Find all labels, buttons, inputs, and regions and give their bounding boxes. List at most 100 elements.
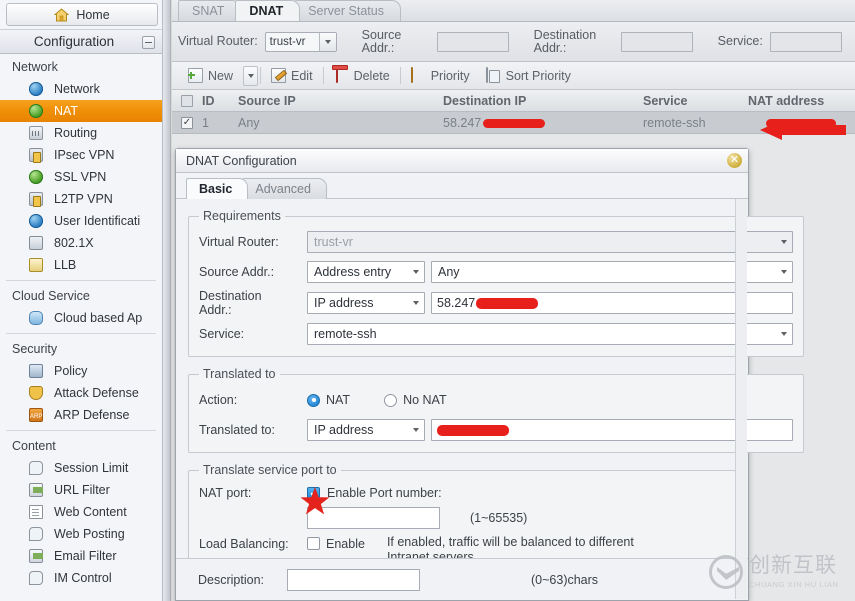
source-addr-value: Any [438, 265, 460, 279]
sidebar-item-ipsec-vpn[interactable]: IPsec VPN [0, 144, 162, 166]
sidebar-item-url-filter[interactable]: URL Filter [0, 479, 162, 501]
filter-virtual-router-value: trust-vr [269, 35, 306, 48]
sidebar-item-label: LLB [54, 258, 77, 272]
sidebar-item-user-identificati[interactable]: User Identificati [0, 210, 162, 232]
sidebar-item-web-content[interactable]: Web Content [0, 501, 162, 523]
ipsec-lock-icon [28, 147, 45, 163]
dialog-tab-basic[interactable]: Basic [186, 178, 249, 199]
routing-icon [28, 125, 45, 141]
service-value: remote-ssh [314, 327, 377, 341]
column-header-source-ip: Source IP [238, 93, 296, 108]
policy-icon [28, 363, 45, 379]
tab-snat[interactable]: SNAT [178, 0, 242, 21]
column-header-destination-ip: Destination IP [443, 93, 527, 108]
load-balancing-label: Load Balancing: [199, 537, 289, 551]
chevron-down-icon [407, 262, 424, 282]
select-all-checkbox[interactable] [172, 94, 202, 107]
sidebar-item-policy[interactable]: Policy [0, 360, 162, 382]
sidebar-item-network[interactable]: Network [0, 78, 162, 100]
collapse-icon[interactable] [142, 36, 155, 49]
filter-service-input[interactable] [769, 31, 842, 52]
sort-priority-label: Sort Priority [505, 68, 571, 83]
sidebar-group-title: Network [12, 60, 58, 74]
user-id-icon [28, 213, 45, 229]
filter-destination-addr-input[interactable] [620, 31, 693, 52]
sidebar-group-title: Content [12, 439, 56, 453]
sidebar: Home Configuration Network Network NAT Rout… [0, 0, 163, 601]
configuration-header: Configuration [0, 29, 162, 54]
arp-defense-icon: ARP [28, 407, 45, 423]
sidebar-item-session-limit[interactable]: Session Limit [0, 457, 162, 479]
sidebar-group-title: Cloud Service [12, 289, 90, 303]
l2tp-icon [28, 191, 45, 207]
tab-server-status[interactable]: Server Status [294, 0, 401, 21]
delete-button[interactable]: Delete [326, 65, 398, 87]
destination-addr-type-select[interactable]: IP address [307, 292, 425, 314]
tab-dnat[interactable]: DNAT [235, 0, 301, 21]
cell-destination-ip: 58.247 [443, 116, 643, 130]
action-radio-nat[interactable]: NAT [307, 393, 350, 407]
virtual-router-select[interactable]: trust-vr [307, 231, 793, 253]
service-select[interactable]: remote-ssh [307, 323, 793, 345]
dialog-title-bar: DNAT Configuration ✕ [176, 149, 748, 173]
dialog-scrollbar[interactable] [735, 199, 747, 599]
row-checkbox[interactable]: ✓ [172, 116, 202, 129]
sidebar-item-email-filter[interactable]: Email Filter [0, 545, 162, 567]
edit-label: Edit [291, 68, 313, 83]
chevron-down-icon [247, 73, 254, 78]
sidebar-item-llb[interactable]: LLB [0, 254, 162, 276]
sidebar-item-l2tp-vpn[interactable]: L2TP VPN [0, 188, 162, 210]
watermark-chinese: 创新互联 [749, 553, 837, 577]
sidebar-item-label: Network [54, 82, 100, 96]
sidebar-item-attack-defense[interactable]: Attack Defense [0, 382, 162, 404]
sidebar-item-label: SSL VPN [54, 170, 107, 184]
chevron-down-icon [407, 420, 424, 440]
source-addr-type-select[interactable]: Address entry [307, 261, 425, 283]
sidebar-item-label: Web Posting [54, 527, 125, 541]
watermark-text: 创新互联 CHUANG XIN HU LIAN [749, 554, 839, 590]
sidebar-item-802-1x[interactable]: 802.1X [0, 232, 162, 254]
sidebar-item-arp-defense[interactable]: ARP ARP Defense [0, 404, 162, 426]
sidebar-item-label: URL Filter [54, 483, 110, 497]
trash-icon [334, 67, 349, 83]
column-header-id: ID [202, 93, 215, 108]
table-row[interactable]: ✓ 1 Any 58.247 remote-ssh [172, 112, 855, 134]
sidebar-item-label: NAT [54, 104, 79, 118]
dialog-tab-advanced[interactable]: Advanced [242, 178, 327, 199]
annotation-star [300, 487, 330, 516]
virtual-router-label: Virtual Router: [199, 235, 279, 249]
watermark: 创新互联 CHUANG XIN HU LIAN [709, 549, 849, 595]
sort-priority-button[interactable]: Sort Priority [478, 65, 579, 87]
close-icon[interactable]: ✕ [727, 153, 742, 168]
sidebar-item-label: Email Filter [54, 549, 117, 563]
requirements-legend: Requirements [203, 209, 281, 223]
new-icon [188, 68, 203, 83]
filter-virtual-router-select[interactable]: trust-vr [264, 31, 337, 52]
sidebar-item-web-posting[interactable]: Web Posting [0, 523, 162, 545]
translate-port-legend: Translate service port to [203, 463, 337, 477]
new-dropdown-button[interactable] [243, 65, 259, 86]
new-button[interactable]: New [180, 65, 241, 87]
filter-bar: Virtual Router: trust-vr Source Addr.: D… [172, 22, 855, 62]
translated-to-row: Translated to: IP address [199, 417, 793, 443]
filter-source-addr-input[interactable] [436, 31, 509, 52]
description-input[interactable] [287, 568, 420, 591]
dnat-configuration-dialog: DNAT Configuration ✕ Basic Advanced Requi… [175, 148, 804, 601]
action-radio-no-nat[interactable]: No NAT [384, 393, 447, 407]
sidebar-item-im-control[interactable]: IM Control [0, 567, 162, 589]
home-button[interactable]: Home [6, 3, 158, 26]
action-label: Action: [199, 393, 238, 407]
sidebar-item-routing[interactable]: Routing [0, 122, 162, 144]
watermark-pinyin: CHUANG XIN HU LIAN [749, 580, 839, 589]
sidebar-item-label: Policy [54, 364, 88, 378]
translated-to-type-select[interactable]: IP address [307, 419, 425, 441]
edit-button[interactable]: Edit [263, 65, 321, 87]
sidebar-item-ssl-vpn[interactable]: SSL VPN [0, 166, 162, 188]
priority-button[interactable]: Priority [403, 65, 478, 87]
sidebar-item-nat[interactable]: NAT [0, 100, 162, 122]
configuration-title: Configuration [33, 34, 115, 49]
load-balancing-checkbox[interactable] [307, 537, 320, 550]
sidebar-item-cloud-based-ap[interactable]: Cloud based Ap [0, 307, 162, 329]
chevron-down-icon [318, 32, 336, 51]
column-header-nat-address: NAT address [748, 93, 825, 108]
